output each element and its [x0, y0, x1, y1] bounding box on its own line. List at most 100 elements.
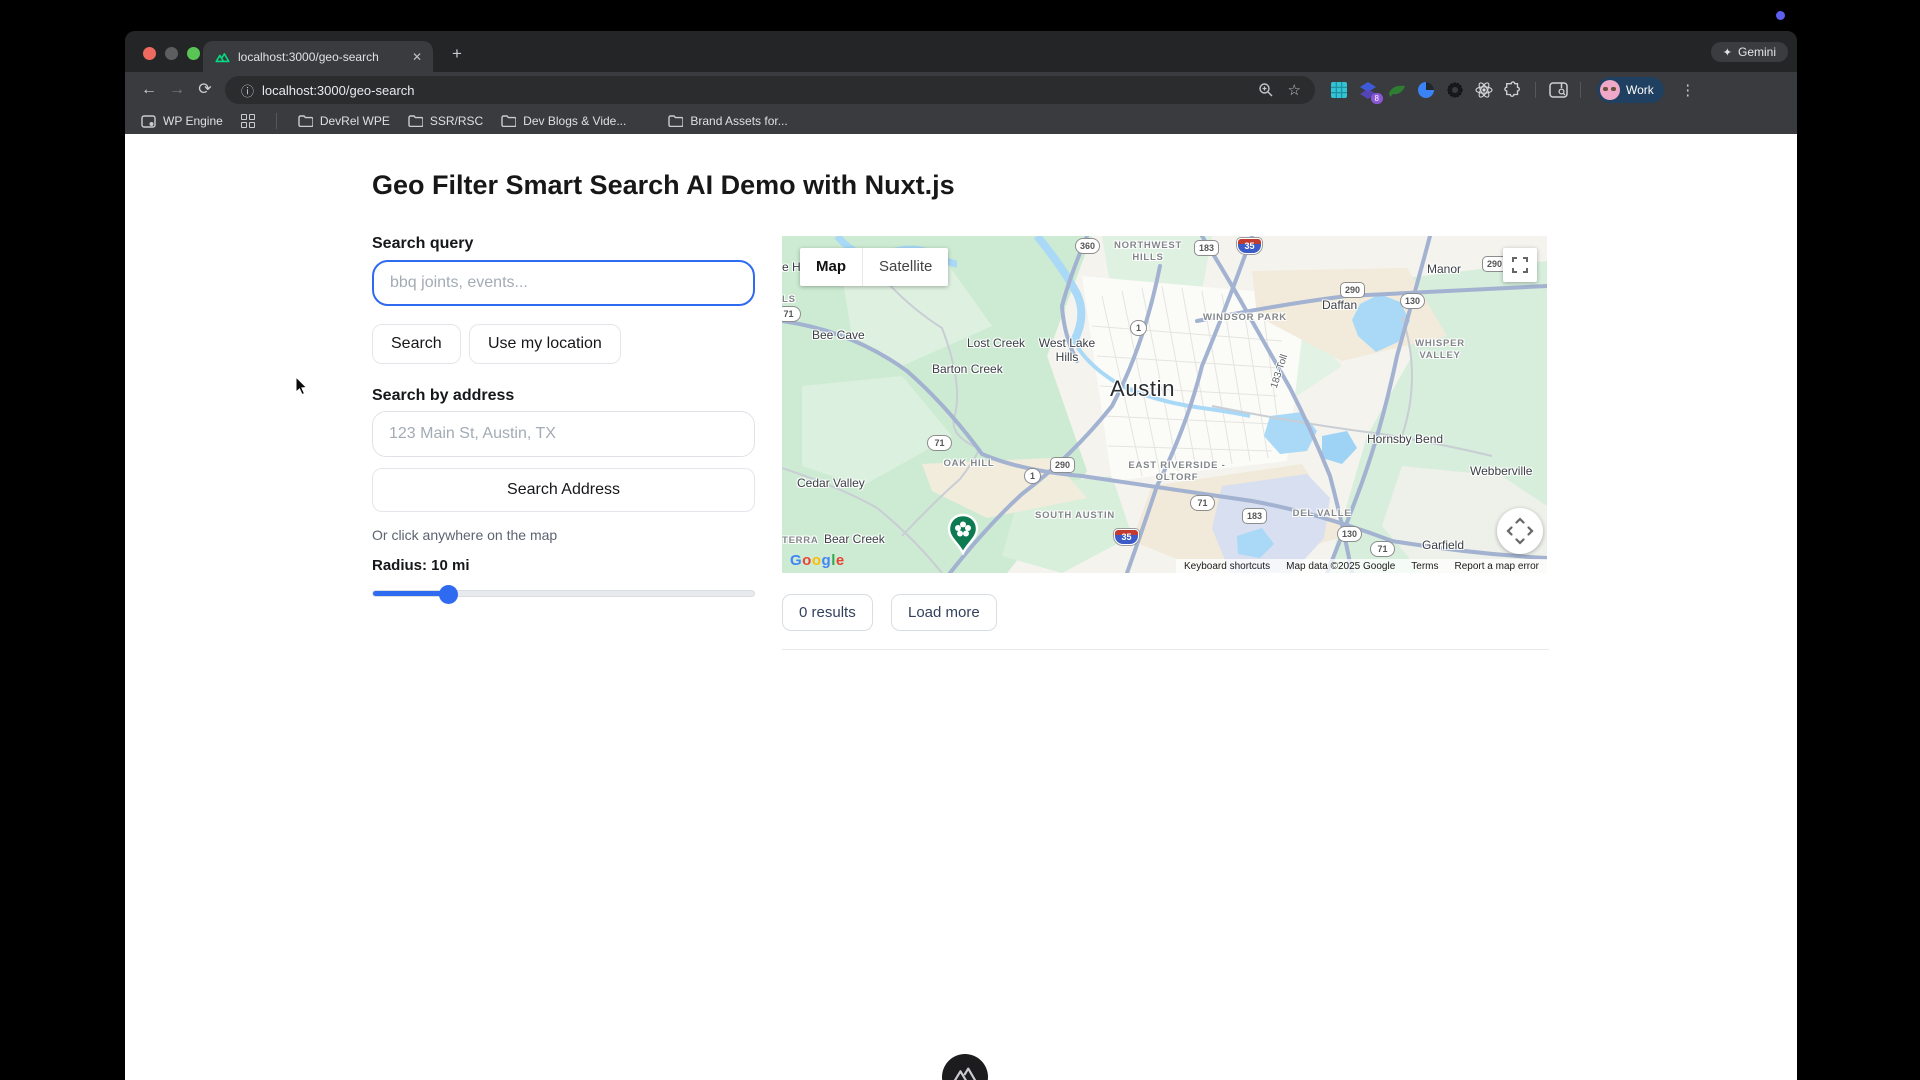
map-type-control: Map Satellite [800, 248, 948, 286]
map-town-label: Lost Creek [967, 336, 1025, 350]
route-badge: 1 [1024, 468, 1041, 484]
active-tab[interactable]: localhost:3000/geo-search ✕ [203, 41, 433, 72]
report-map-error-link[interactable]: Report a map error [1455, 561, 1539, 572]
radius-slider-thumb[interactable] [439, 585, 458, 604]
map-partial-label: LS [782, 294, 796, 306]
site-window-icon [141, 115, 156, 128]
address-bar[interactable]: ⓘ localhost:3000/geo-search ☆ [225, 76, 1315, 104]
map-partial-label: e H [782, 260, 801, 274]
minimize-window-button[interactable] [165, 47, 178, 60]
radius-slider[interactable] [372, 590, 755, 597]
side-panel-icon[interactable] [1548, 80, 1568, 100]
route-badge: 71 [782, 306, 801, 322]
nuxt-devtools-button[interactable] [942, 1054, 988, 1080]
route-badge: 183 [1242, 508, 1267, 524]
gear-extension-icon[interactable] [1445, 80, 1465, 100]
toolbar-separator [1535, 82, 1536, 98]
zoom-lens-icon[interactable] [1258, 82, 1274, 98]
address-input[interactable] [372, 411, 755, 457]
leaf-extension-icon[interactable] [1387, 80, 1407, 100]
map-city-label: Austin [1110, 376, 1175, 402]
bookmark-label: WP Engine [163, 114, 223, 128]
profile-label: Work [1626, 83, 1654, 97]
nuxt-logo-icon [952, 1065, 978, 1080]
bookmark-folder-devblogs[interactable]: Dev Blogs & Vide... [501, 114, 626, 128]
back-button[interactable]: ← [135, 76, 163, 104]
bookmark-folder-ssr[interactable]: SSR/RSC [408, 114, 483, 128]
google-letter: G [790, 552, 802, 569]
bookmark-wp-engine[interactable]: WP Engine [141, 114, 223, 128]
tab-close-icon[interactable]: ✕ [409, 49, 425, 65]
map-area-label: SOUTH AUSTIN [1020, 510, 1130, 522]
map-marker-pin[interactable] [945, 513, 981, 555]
search-button[interactable]: Search [372, 324, 461, 364]
map-attribution: Keyboard shortcuts Map data ©2025 Google… [1176, 559, 1547, 573]
search-address-button[interactable]: Search Address [372, 468, 755, 512]
layers-extension-icon[interactable]: 8 [1358, 80, 1378, 100]
zoom-window-button[interactable] [187, 47, 200, 60]
grid-extension-icon[interactable] [1329, 80, 1349, 100]
new-tab-button[interactable]: + [445, 43, 469, 67]
gemini-label: Gemini [1738, 45, 1776, 59]
google-map[interactable]: NORTHWEST HILLS Manor Daffan WINDSOR PAR… [782, 236, 1547, 573]
pie-extension-icon[interactable] [1416, 80, 1436, 100]
search-address-label: Search by address [372, 387, 514, 405]
map-fullscreen-button[interactable] [1503, 248, 1537, 282]
map-area-label: EAST RIVERSIDE - OLTORF [1127, 460, 1227, 484]
tab-title: localhost:3000/geo-search [238, 50, 401, 64]
map-type-map-button[interactable]: Map [800, 248, 862, 286]
profile-chip[interactable]: Work [1597, 77, 1664, 103]
bookmark-label: Brand Assets for... [690, 114, 787, 128]
toolbar-separator [1580, 82, 1581, 98]
map-town-label: Barton Creek [932, 362, 1003, 376]
map-town-label: Bear Creek [824, 532, 885, 546]
route-badge: 71 [927, 435, 952, 451]
forward-button[interactable]: → [163, 76, 191, 104]
bookmark-folder-devrel[interactable]: DevRel WPE [298, 114, 390, 128]
terms-link[interactable]: Terms [1411, 561, 1438, 572]
use-my-location-button[interactable]: Use my location [469, 324, 621, 364]
pan-arrows-icon [1506, 517, 1534, 545]
bookmark-apps-grid[interactable] [241, 114, 255, 128]
route-badge: 290 [1340, 282, 1365, 298]
profile-avatar [1600, 80, 1620, 100]
window-controls [143, 47, 200, 60]
tab-strip: localhost:3000/geo-search ✕ + ✦ Gemini [125, 31, 1797, 72]
map-type-satellite-button[interactable]: Satellite [862, 248, 948, 286]
extensions-puzzle-icon[interactable] [1503, 80, 1523, 100]
reload-button[interactable]: ⟳ [191, 76, 219, 104]
google-letter: g [822, 552, 832, 569]
section-divider [782, 649, 1549, 650]
map-area-label: WINDSOR PARK [1190, 312, 1300, 324]
map-town-label: Manor [1427, 262, 1461, 276]
search-query-input[interactable] [372, 260, 755, 306]
google-letter: e [836, 552, 845, 569]
bookmark-folder-brand[interactable]: Brand Assets for... [668, 114, 787, 128]
map-data-text: Map data ©2025 Google [1286, 561, 1395, 572]
route-badge: 130 [1400, 293, 1425, 309]
close-window-button[interactable] [143, 47, 156, 60]
folder-icon [501, 115, 516, 127]
radius-slider-fill [373, 591, 449, 596]
keyboard-shortcuts-link[interactable]: Keyboard shortcuts [1184, 561, 1270, 572]
apps-grid-icon [241, 114, 255, 128]
url-text[interactable]: localhost:3000/geo-search [262, 83, 1258, 98]
map-canvas [782, 236, 1547, 573]
site-info-icon[interactable]: ⓘ [241, 81, 254, 100]
route-badge: 1 [1130, 320, 1147, 336]
gemini-sparkle-icon: ✦ [1723, 46, 1732, 59]
browser-menu-button[interactable]: ⋮ [1679, 81, 1697, 99]
bookmark-star-icon[interactable]: ☆ [1288, 81, 1301, 99]
atom-extension-icon[interactable] [1474, 80, 1494, 100]
google-logo[interactable]: Google [790, 552, 845, 569]
fullscreen-icon [1512, 257, 1528, 273]
google-letter: o [812, 552, 822, 569]
route-badge: 360 [1075, 238, 1100, 254]
search-query-label: Search query [372, 235, 473, 253]
extension-badge: 8 [1371, 93, 1383, 104]
route-badge: 290 [1050, 457, 1075, 473]
map-town-label: Hornsby Bend [1367, 432, 1443, 446]
gemini-button[interactable]: ✦ Gemini [1711, 42, 1788, 62]
map-pan-control[interactable] [1497, 508, 1543, 554]
load-more-button[interactable]: Load more [891, 594, 997, 631]
